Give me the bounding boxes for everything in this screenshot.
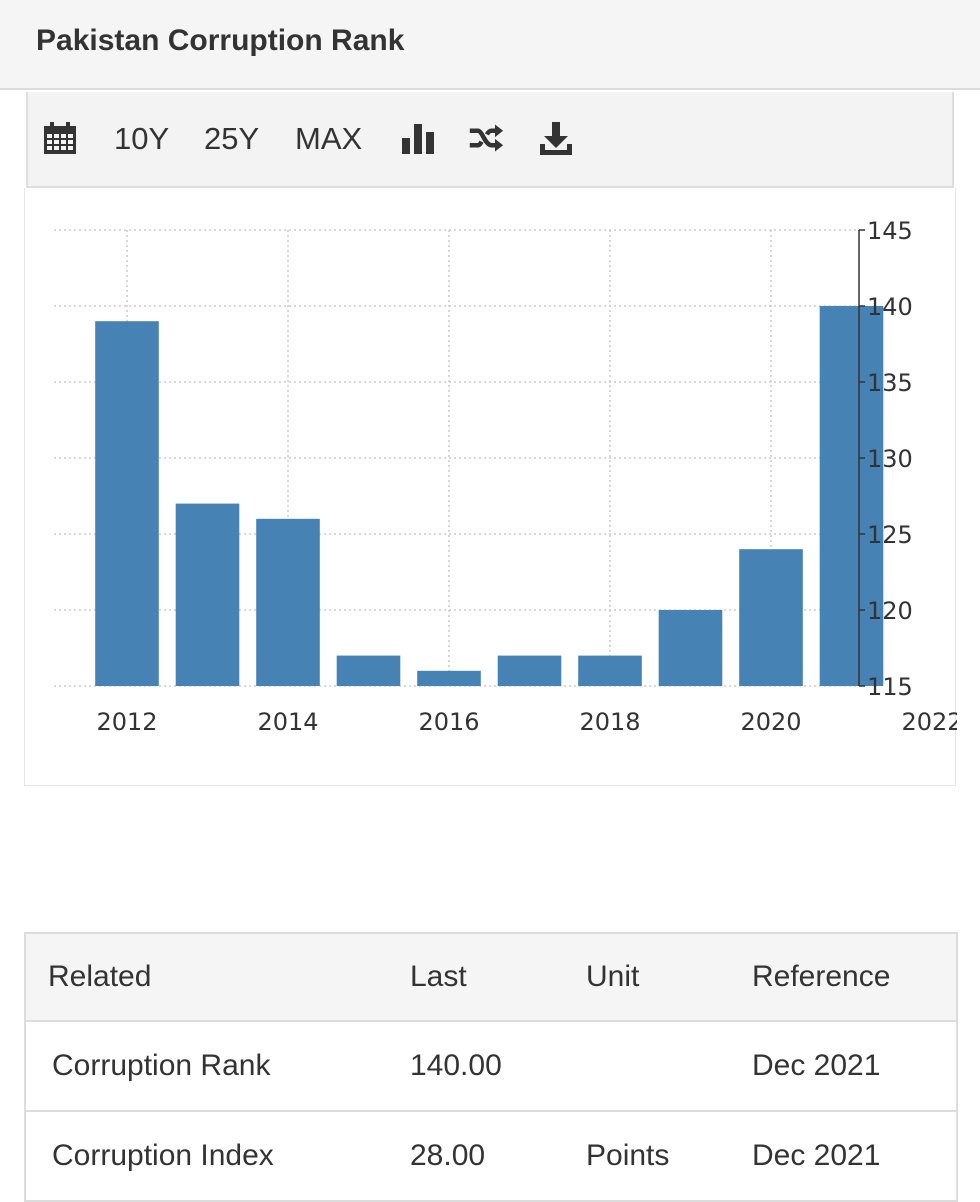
x-tick-label: 2018 [579,708,640,736]
bar [336,655,401,686]
page-title: Pakistan Corruption Rank [36,24,405,57]
x-tick-label: 2012 [96,708,157,736]
header-unit: Unit [585,932,751,1022]
range-10y-button[interactable]: 10Y [114,92,169,186]
row-reference: Dec 2021 [751,1021,957,1112]
header-last: Last [409,932,585,1022]
x-tick-label: 2020 [740,708,801,736]
bar [417,670,481,686]
chart-container: 115 120 125 130 135 140 145 2012 2014 2016 2018 202… [24,188,957,786]
row-reference: Dec 2021 [751,1111,957,1202]
bar [739,549,803,686]
y-tick-label: 130 [867,445,913,473]
bar [658,610,723,686]
row-name-link[interactable]: Corruption Index [25,1111,409,1202]
shuffle-icon[interactable] [468,120,504,156]
row-unit: Points [585,1111,751,1202]
related-table: Related Last Unit Reference Corruption R… [24,932,958,1202]
y-tick-label: 140 [867,293,913,321]
x-tick-label: 2014 [257,708,318,736]
range-25y-button[interactable]: 25Y [204,92,259,186]
table-header-row: Related Last Unit Reference [25,932,957,1022]
bar [497,655,562,686]
y-tick-label: 145 [867,217,913,245]
download-icon[interactable] [538,120,574,156]
y-tick-label: 135 [867,369,913,397]
y-tick-label: 115 [867,673,913,701]
chart-toolbar: 10Y 25Y MAX [26,92,954,188]
x-tick-label: 2022 [901,708,957,736]
bar-chart-icon[interactable] [400,120,436,156]
calendar-icon[interactable] [42,120,78,156]
y-tick-label: 125 [867,521,913,549]
row-last: 28.00 [409,1111,585,1202]
bar [578,655,642,686]
table-row[interactable]: Corruption Index 28.00 Points Dec 2021 [25,1111,957,1202]
bar [175,503,240,686]
x-tick-label: 2016 [418,708,479,736]
row-last: 140.00 [409,1021,585,1112]
bar-chart: 115 120 125 130 135 140 145 2012 2014 2016 2018 202… [54,217,957,736]
header-reference: Reference [751,932,957,1022]
range-max-button[interactable]: MAX [295,92,362,186]
bar [819,306,884,686]
row-unit [585,1021,751,1112]
header-related: Related [25,932,409,1022]
bar [256,518,320,686]
y-tick-label: 120 [867,597,913,625]
table-row[interactable]: Corruption Rank 140.00 Dec 2021 [25,1021,957,1112]
bar [95,321,159,686]
row-name-link[interactable]: Corruption Rank [25,1021,409,1112]
page-header: Pakistan Corruption Rank [0,0,980,90]
